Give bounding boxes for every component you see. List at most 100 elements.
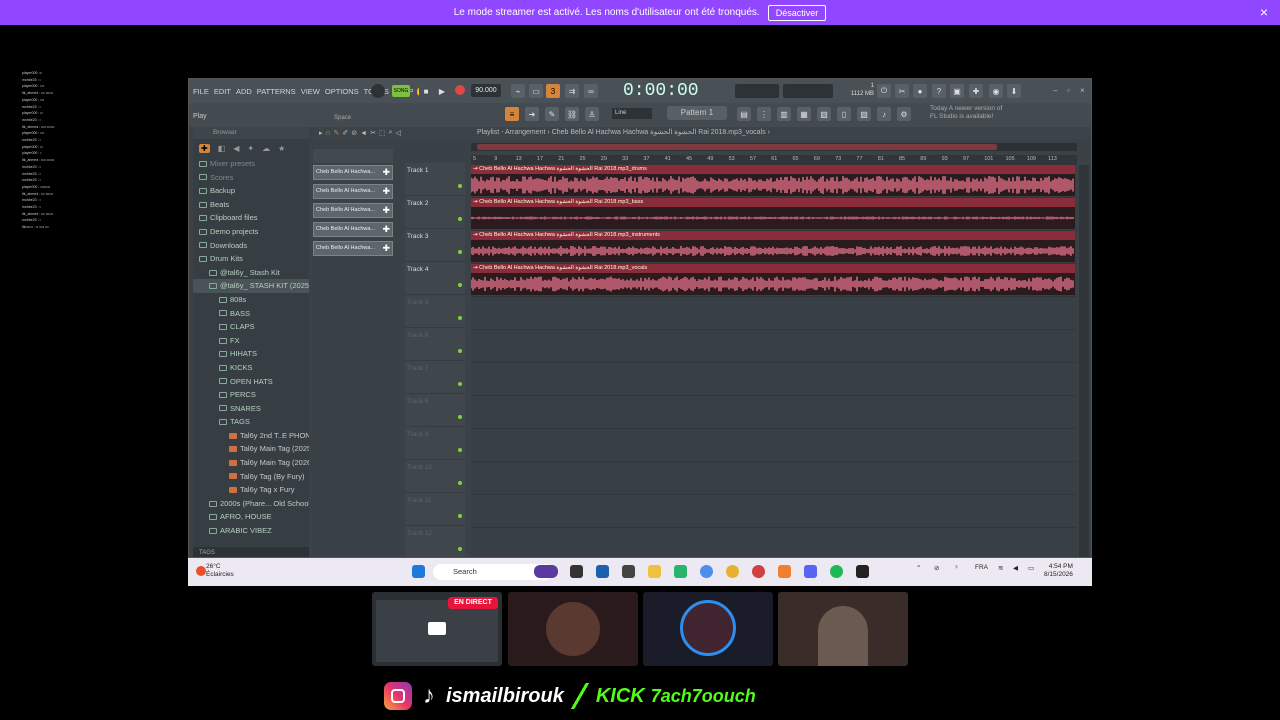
loop-record-icon[interactable]: ⇉ — [565, 84, 579, 98]
track-active-led[interactable] — [458, 283, 462, 287]
collapse-icon[interactable]: ◧ — [218, 144, 226, 153]
delete-icon[interactable]: ⊘ — [351, 129, 357, 137]
guest-cam-1[interactable] — [508, 592, 638, 666]
stop-button[interactable]: ■ — [419, 84, 433, 98]
slip-icon[interactable]: ✂ — [370, 129, 376, 137]
track-header[interactable]: Track 8 — [405, 394, 465, 427]
star-icon[interactable]: ★ — [278, 144, 285, 153]
wait-input-icon[interactable]: ▭ — [529, 84, 543, 98]
clip-source[interactable]: Cheb Bello Al Hachwa... ✚ — [313, 222, 393, 237]
clip-source[interactable]: Cheb Bello Al Hachwa... ✚ — [313, 241, 393, 256]
tempo-display[interactable]: 90.000 — [471, 84, 501, 97]
stamp-icon[interactable]: ♙ — [585, 107, 599, 121]
plugin-db-icon[interactable]: ▧ — [817, 107, 831, 121]
track-active-led[interactable] — [458, 514, 462, 518]
add-icon[interactable]: ✚ — [382, 166, 390, 179]
volume-icon[interactable]: ◀ — [1013, 564, 1018, 572]
clone-icon[interactable]: ▨ — [857, 107, 871, 121]
browser-item[interactable]: Scores — [193, 171, 309, 185]
browser-item[interactable]: OPEN HATS — [193, 375, 309, 389]
tray-camera-icon[interactable]: ⊘ — [934, 564, 939, 572]
browser-item[interactable]: Downloads — [193, 239, 309, 253]
browser-item[interactable]: TAGS — [193, 415, 309, 429]
browser-item[interactable]: Drum Kits — [193, 252, 309, 266]
track-active-led[interactable] — [458, 250, 462, 254]
sample-icon[interactable]: ✦ — [247, 144, 254, 153]
track-header[interactable]: Track 4 — [405, 262, 465, 295]
browser-item[interactable]: @tal6y_ Stash Kit — [193, 266, 309, 280]
phone-link-icon[interactable] — [674, 565, 687, 578]
browser-item[interactable]: ARABIC VIBEZ — [193, 524, 309, 538]
paint-icon[interactable]: ✐ — [342, 129, 348, 137]
help-icon[interactable]: ? — [932, 84, 946, 98]
copilot-icon[interactable] — [534, 565, 558, 578]
audio-clip[interactable]: ⇥ Cheb Bello Al Hachwa Hachwa الحشوة الح… — [471, 165, 1075, 196]
menu-add[interactable]: ADD — [236, 87, 252, 96]
track-header[interactable]: Track 12 — [405, 526, 465, 557]
menu-edit[interactable]: EDIT — [214, 87, 231, 96]
select-icon[interactable]: ⬚ — [379, 129, 386, 137]
track-active-led[interactable] — [458, 481, 462, 485]
battery-icon[interactable]: ▭ — [1028, 564, 1034, 572]
track-active-led[interactable] — [458, 316, 462, 320]
pen-icon[interactable]: ✎ — [545, 107, 559, 121]
browser-item[interactable]: PERCS — [193, 388, 309, 402]
channel-rack-icon[interactable]: ⋮ — [757, 107, 771, 121]
browser-item[interactable]: Tal6y Tag (By Fury) — [193, 470, 309, 484]
menu-options[interactable]: OPTIONS — [325, 87, 359, 96]
record-button[interactable] — [455, 85, 465, 95]
draw-icon[interactable]: ✎ — [334, 129, 340, 137]
pattern-selector[interactable]: Pattern 1 — [667, 106, 727, 120]
app-icon[interactable] — [622, 565, 635, 578]
chrome-3-icon[interactable] — [752, 565, 765, 578]
track-header[interactable]: Track 7 — [405, 361, 465, 394]
discord-icon[interactable] — [804, 565, 817, 578]
mic-icon[interactable]: ● — [913, 84, 927, 98]
menu-patterns[interactable]: PATTERNS — [257, 87, 296, 96]
browser-item[interactable]: AFRO, HOUSE — [193, 510, 309, 524]
language-indicator[interactable]: FRA — [975, 564, 988, 571]
snap-select[interactable]: Line — [612, 108, 652, 119]
add-icon[interactable]: ✚ — [382, 204, 390, 217]
time-display[interactable]: 0:00:00 — [623, 81, 699, 101]
menu-file[interactable]: FILE — [193, 87, 209, 96]
browser-item[interactable]: HIHATS — [193, 347, 309, 361]
add-icon[interactable]: ✚ — [382, 242, 390, 255]
track-active-led[interactable] — [458, 349, 462, 353]
close-window-icon[interactable]: × — [1080, 86, 1085, 95]
vertical-scrollbar[interactable] — [1079, 165, 1089, 557]
browser-item[interactable]: SNARES — [193, 402, 309, 416]
browser-item[interactable]: FX — [193, 334, 309, 348]
tools-icon[interactable]: ✂ — [895, 84, 909, 98]
clip-source[interactable]: Cheb Bello Al Hachwa... ✚ — [313, 165, 393, 180]
file-icon[interactable]: ▯ — [837, 107, 851, 121]
timeline-ruler[interactable]: 5 9 13 17 21 25 29 33 37 41 45 49 53 57 61 65 69 73 77 81 85… — [471, 155, 1077, 165]
mute-icon[interactable]: ◄ — [360, 130, 367, 137]
plugin-icon[interactable]: ✚ — [969, 84, 983, 98]
chat-icon[interactable]: ◉ — [989, 84, 1003, 98]
add-icon[interactable]: ✚ — [382, 223, 390, 236]
browser-item[interactable]: Backup — [193, 184, 309, 198]
browser-item[interactable]: Demo projects — [193, 225, 309, 239]
close-icon[interactable]: × — [1260, 4, 1268, 20]
mic-route-icon[interactable]: ♪ — [877, 107, 891, 121]
guest-cam-2[interactable] — [643, 592, 773, 666]
countdown-icon[interactable]: 3 — [546, 84, 560, 98]
magnet-icon[interactable]: ∩ — [326, 130, 331, 137]
browser-item[interactable]: Beats — [193, 198, 309, 212]
arrow-icon[interactable]: ▸ — [319, 129, 323, 137]
track-active-led[interactable] — [458, 547, 462, 551]
playlist-icon[interactable]: ≡ — [505, 107, 519, 121]
song-mode-toggle[interactable]: SONG — [392, 85, 410, 97]
zoom-icon[interactable]: ⌕ — [389, 129, 393, 137]
browser-item[interactable]: CLAPS — [193, 320, 309, 334]
playlist-grid[interactable]: ⇥ Cheb Bello Al Hachwa Hachwa الحشوة الح… — [471, 165, 1077, 557]
store-icon[interactable] — [596, 565, 609, 578]
browser-tree-icon[interactable]: ✚ — [199, 143, 210, 153]
wifi-icon[interactable]: ≋ — [998, 564, 1003, 572]
track-active-led[interactable] — [458, 415, 462, 419]
minimize-icon[interactable]: – — [1053, 86, 1057, 95]
audio-clip[interactable]: ⇥ Cheb Bello Al Hachwa Hachwa الحشوة الح… — [471, 198, 1075, 229]
track-header[interactable]: Track 1 — [405, 163, 465, 196]
weather-widget[interactable]: 26°C Éclaircies — [206, 563, 234, 579]
